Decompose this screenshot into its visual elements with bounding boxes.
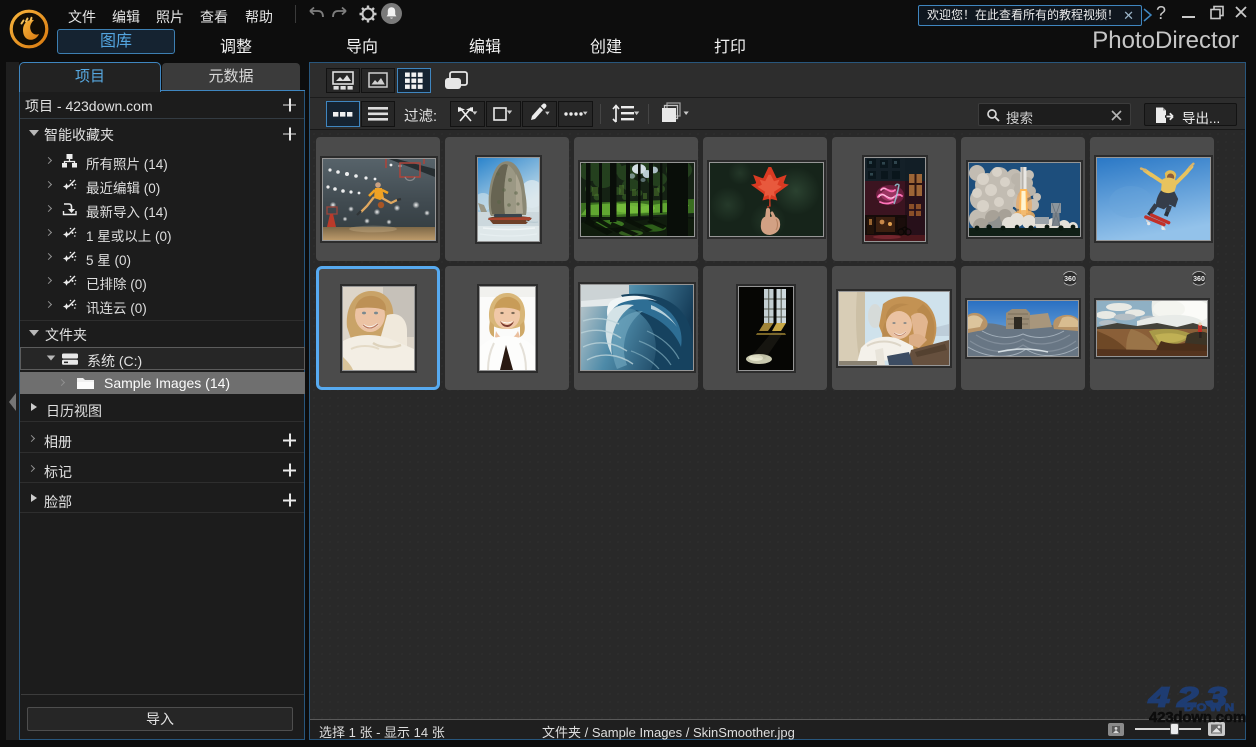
svg-text:360: 360 <box>1193 276 1205 283</box>
svg-text:360: 360 <box>1064 276 1076 283</box>
